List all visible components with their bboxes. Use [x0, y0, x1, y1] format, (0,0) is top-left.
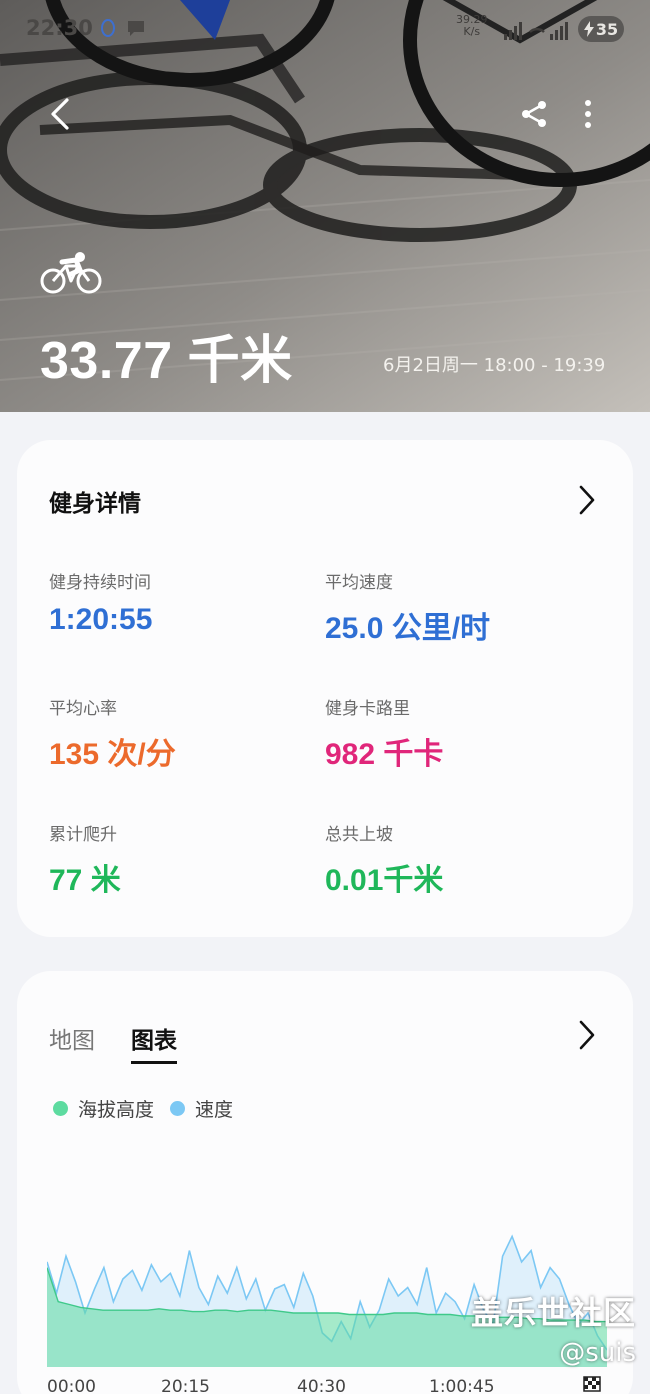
- legend-label: 速度: [195, 1099, 234, 1121]
- x-tick-label: 20:15: [161, 1377, 210, 1394]
- metric-label: 健身持续时间: [49, 573, 151, 593]
- x-tick-label: 00:00: [47, 1377, 96, 1394]
- charging-icon: [583, 21, 594, 37]
- cycling-icon: [40, 252, 102, 294]
- watermark: 盖乐世社区 @suis: [471, 1288, 636, 1368]
- fitness-details-card: 健身详情 健身持续时间 1:20:55 平均速度 25.0 公里/时 平均心率 …: [17, 440, 633, 937]
- metric-label: 健身卡路里: [325, 699, 410, 719]
- metric-total-climb: 累计爬升 77 米: [49, 820, 319, 899]
- view-tabs: 地图 图表: [49, 1021, 177, 1064]
- metric-label: 总共上坡: [325, 825, 393, 845]
- back-button[interactable]: [40, 92, 80, 136]
- total-distance: 33.77 千米: [40, 332, 293, 390]
- more-vertical-icon: [585, 100, 591, 128]
- tab-chart[interactable]: 图表: [131, 1021, 177, 1064]
- network-speed: 39.29 K/s: [456, 13, 488, 38]
- metric-calories: 健身卡路里 982 千卡: [325, 694, 595, 773]
- chart-more-button[interactable]: [571, 1015, 603, 1055]
- chat-bubble-icon: [126, 18, 146, 38]
- metric-value: 77 米: [49, 864, 121, 897]
- activity-datetime: 6月2日周一 18:00 - 19:39: [383, 355, 606, 376]
- more-options-button[interactable]: [570, 92, 606, 136]
- notification-icons: [98, 18, 146, 38]
- share-icon: [522, 101, 546, 127]
- chevron-right-icon: [579, 1020, 595, 1050]
- metric-total-uphill: 总共上坡 0.01千米: [325, 820, 595, 899]
- status-time: 22:30: [26, 16, 93, 40]
- chart-legend: 海拔高度 速度: [53, 1095, 233, 1122]
- finish-flag-icon: [583, 1376, 601, 1392]
- metric-average-speed: 平均速度 25.0 公里/时: [325, 568, 595, 647]
- qq-icon: [98, 18, 118, 38]
- metric-value: 1:20:55: [49, 603, 153, 636]
- signal-icon: [500, 18, 570, 45]
- metric-label: 平均速度: [325, 573, 393, 593]
- legend-item-speed: 速度: [170, 1095, 233, 1122]
- x-tick-label: 40:30: [297, 1377, 346, 1394]
- watermark-title: 盖乐世社区: [470, 1294, 636, 1332]
- chevron-right-icon: [579, 485, 595, 515]
- metric-value: 0.01千米: [325, 864, 444, 897]
- metric-heart-rate: 平均心率 135 次/分: [49, 694, 319, 773]
- battery-indicator: 35: [578, 16, 624, 42]
- legend-label: 海拔高度: [78, 1099, 155, 1121]
- metric-value: 135 次/分: [49, 738, 176, 771]
- metric-value: 982 千卡: [325, 738, 444, 771]
- watermark-user: @suis: [559, 1338, 636, 1368]
- x-tick-label: 1:00:45: [429, 1377, 495, 1394]
- metric-label: 累计爬升: [49, 825, 117, 845]
- legend-dot: [53, 1101, 68, 1116]
- tab-map[interactable]: 地图: [49, 1021, 95, 1064]
- battery-level: 35: [595, 19, 619, 39]
- metric-duration: 健身持续时间 1:20:55: [49, 568, 319, 637]
- back-arrow-icon: [51, 98, 69, 130]
- share-button[interactable]: [512, 92, 556, 136]
- status-bar: 22:30 39.29 K/s 35: [0, 12, 650, 48]
- details-more-button[interactable]: [571, 480, 603, 520]
- legend-dot: [170, 1101, 186, 1116]
- metric-label: 平均心率: [49, 699, 117, 719]
- activity-hero: 22:30 39.29 K/s 35 33.77 千米 6月2日周一 18:00…: [0, 0, 650, 412]
- card-title: 健身详情: [49, 491, 141, 517]
- legend-item-altitude: 海拔高度: [53, 1095, 154, 1122]
- metric-value: 25.0 公里/时: [325, 612, 491, 645]
